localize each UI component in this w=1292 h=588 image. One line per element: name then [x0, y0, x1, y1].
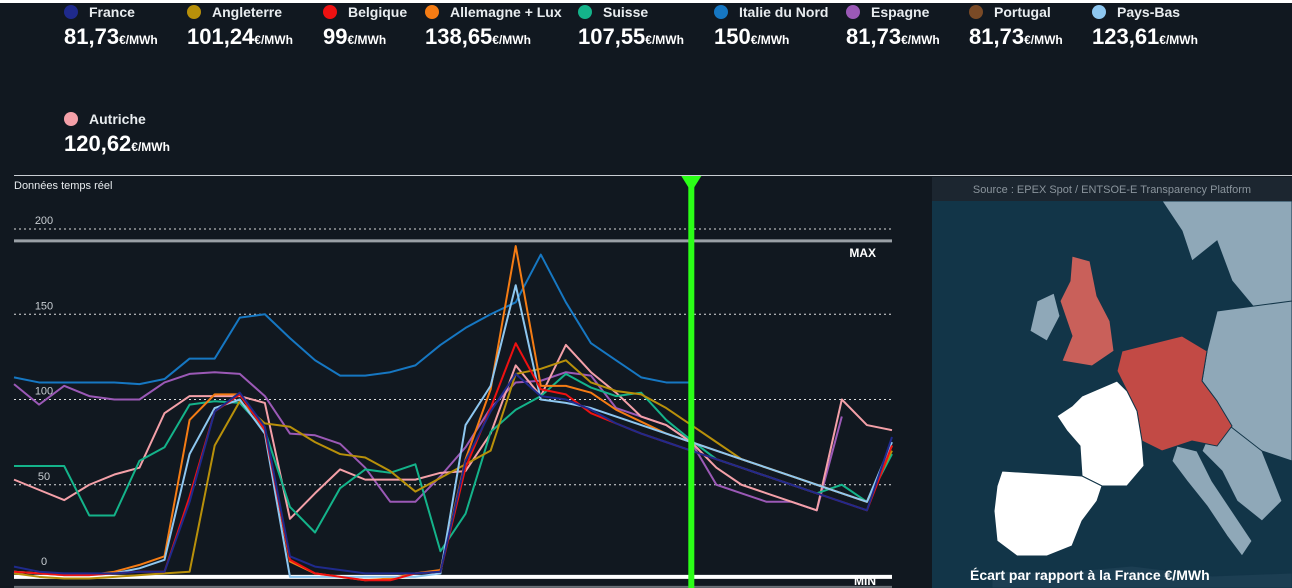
legend-price-unit: €/MWh	[131, 140, 170, 154]
legend-price-unit: €/MWh	[645, 33, 684, 47]
series-line	[13, 371, 843, 512]
map-source: Source : EPEX Spot / ENTSOE-E Transparen…	[932, 177, 1292, 201]
legend-price-unit: €/MWh	[492, 33, 531, 47]
legend-country: Portugal	[994, 4, 1051, 20]
legend-price: 107,55€/MWh	[578, 24, 684, 50]
legend-price-value: 120,62	[64, 131, 132, 156]
legend-price: 99€/MWh	[323, 24, 386, 50]
map-ireland	[1029, 292, 1061, 342]
legend-price-value: 107,55	[578, 24, 646, 49]
legend-country: Allemagne + Lux	[450, 4, 562, 20]
legend-price: 81,73€/MWh	[64, 24, 158, 50]
ref-line-label: MAX	[849, 246, 876, 260]
legend-country: Autriche	[89, 111, 146, 127]
legend-dot	[64, 5, 78, 19]
series-line	[13, 343, 893, 520]
legend-country: Angleterre	[212, 4, 283, 20]
legend-price-value: 81,73	[64, 24, 120, 49]
legend-country: Belgique	[348, 4, 408, 20]
y-tick-label: 150	[35, 300, 53, 312]
legend-price-unit: €/MWh	[254, 33, 293, 47]
price-legend: France 81,73€/MWh Angleterre 101,24€/MWh Bel…	[0, 0, 1292, 176]
legend-price: 81,73€/MWh	[969, 24, 1063, 50]
ref-line-label: MIN	[854, 574, 876, 588]
legend-dot	[969, 5, 983, 19]
map-iceland-scandinavia	[1161, 201, 1292, 322]
series-line	[13, 253, 692, 386]
series-line	[13, 359, 893, 580]
legend-price: 81,73€/MWh	[846, 24, 940, 50]
legend-price: 150€/MWh	[714, 24, 789, 50]
legend-price: 101,24€/MWh	[187, 24, 293, 50]
legend-price-value: 99	[323, 24, 348, 49]
legend-country: Italie du Nord	[739, 4, 829, 20]
legend-price-value: 123,61	[1092, 24, 1160, 49]
legend-price-value: 150	[714, 24, 751, 49]
legend-price-value: 101,24	[187, 24, 255, 49]
legend-dot	[187, 5, 201, 19]
legend-country: Pays-Bas	[1117, 4, 1181, 20]
y-tick-label: 50	[38, 471, 50, 483]
current-time-handle	[681, 176, 702, 192]
price-chart: 050100150200MAXMIN	[13, 176, 893, 588]
legend-price-unit: €/MWh	[119, 33, 158, 47]
legend-dot	[425, 5, 439, 19]
legend-price-unit: €/MWh	[347, 33, 387, 47]
legend-price-value: 81,73	[969, 24, 1025, 49]
legend-price-unit: €/MWh	[1024, 33, 1063, 47]
legend-dot	[64, 112, 78, 126]
legend-price-value: 138,65	[425, 24, 493, 49]
map-iberia	[993, 470, 1103, 557]
legend-dot	[1092, 5, 1106, 19]
legend-country: France	[89, 4, 135, 20]
map-panel: Source : EPEX Spot / ENTSOE-E Transparen…	[932, 177, 1292, 588]
legend-dot	[578, 5, 592, 19]
europe-price-map	[991, 201, 1292, 588]
series-line	[13, 372, 893, 575]
y-tick-label: 200	[35, 215, 53, 227]
legend-price: 138,65€/MWh	[425, 24, 531, 50]
legend-dot	[714, 5, 728, 19]
series-line	[13, 245, 893, 582]
legend-price-unit: €/MWh	[1159, 33, 1198, 47]
legend-price-unit: €/MWh	[901, 33, 940, 47]
legend-country: Espagne	[871, 4, 930, 20]
legend-country: Suisse	[603, 4, 649, 20]
legend-dot	[846, 5, 860, 19]
y-tick-label: 0	[41, 556, 47, 568]
legend-price: 120,62€/MWh	[64, 131, 170, 157]
map-uk	[1059, 255, 1115, 367]
map-caption: Écart par rapport à la France €/MWh	[970, 567, 1210, 583]
legend-price-unit: €/MWh	[750, 33, 790, 47]
legend-price: 123,61€/MWh	[1092, 24, 1198, 50]
legend-price-value: 81,73	[846, 24, 902, 49]
legend-dot	[323, 5, 337, 19]
